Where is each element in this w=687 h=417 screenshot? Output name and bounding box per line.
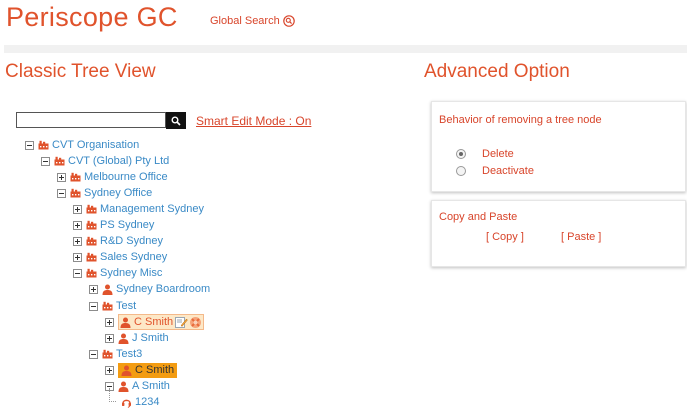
tree-node[interactable]: CVT (Global) Pty Ltd: [41, 154, 169, 168]
smart-edit-mode-link[interactable]: Smart Edit Mode : On: [196, 114, 311, 128]
expand-toggle-icon[interactable]: [73, 252, 82, 262]
copy-paste-title: Copy and Paste: [439, 211, 518, 223]
collapse-toggle-icon[interactable]: [41, 156, 50, 166]
org-icon: [54, 156, 65, 166]
tree-node[interactable]: Sydney Office: [57, 186, 152, 200]
tree-node[interactable]: PS Sydney: [73, 218, 154, 232]
global-search-link[interactable]: Global Search: [210, 15, 295, 27]
tree-node-label[interactable]: Test: [116, 300, 136, 312]
tree-node[interactable]: Sydney Misc: [73, 266, 162, 280]
tree-node[interactable]: J Smith: [105, 331, 169, 345]
collapse-toggle-icon[interactable]: [89, 301, 98, 311]
selected-node-highlight[interactable]: C Smith: [118, 314, 205, 330]
tree-node-label[interactable]: J Smith: [132, 332, 169, 344]
person-icon: [121, 365, 132, 376]
tree-node[interactable]: C Smith: [105, 362, 178, 378]
org-icon: [86, 220, 97, 230]
active-node-highlight[interactable]: C Smith: [118, 362, 178, 378]
tree-search-input[interactable]: [16, 112, 166, 128]
expand-toggle-icon[interactable]: [89, 284, 98, 294]
radio-delete-label: Delete: [482, 148, 514, 160]
tree-node-label[interactable]: CVT (Global) Pty Ltd: [68, 155, 169, 167]
tree-node-label[interactable]: C Smith: [135, 364, 174, 376]
org-icon: [38, 140, 49, 150]
expand-toggle-icon[interactable]: [73, 236, 82, 246]
remove-behavior-panel: Behavior of removing a tree node Delete …: [431, 101, 686, 192]
collapse-toggle-icon[interactable]: [73, 268, 82, 278]
tree-node[interactable]: Sales Sydney: [73, 250, 167, 264]
expand-toggle-icon[interactable]: [105, 333, 114, 343]
header-divider: [4, 45, 687, 53]
tree-node[interactable]: Sydney Boardroom: [89, 282, 210, 296]
org-icon: [86, 252, 97, 262]
paste-button[interactable]: [ Paste ]: [561, 231, 601, 243]
tree-node[interactable]: 1234: [109, 388, 159, 409]
tree-node-label[interactable]: Sydney Boardroom: [116, 283, 210, 295]
tree-node-label[interactable]: R&D Sydney: [100, 235, 163, 247]
tree-node[interactable]: Test: [89, 299, 136, 313]
collapse-toggle-icon[interactable]: [89, 349, 98, 359]
global-search-label: Global Search: [210, 15, 280, 27]
tree-node-label[interactable]: 1234: [135, 396, 159, 408]
edit-icon[interactable]: [175, 316, 188, 328]
collapse-toggle-icon[interactable]: [25, 140, 34, 150]
tree-node[interactable]: R&D Sydney: [73, 234, 163, 248]
org-icon: [86, 204, 97, 214]
tree-node[interactable]: Melbourne Office: [57, 170, 168, 184]
org-icon: [86, 268, 97, 278]
tree-node[interactable]: Test3: [89, 347, 142, 361]
expand-toggle-icon[interactable]: [73, 204, 82, 214]
org-icon: [70, 172, 81, 182]
person-icon: [118, 381, 129, 392]
copy-paste-panel: Copy and Paste [ Copy ] [ Paste ]: [431, 200, 686, 267]
expand-toggle-icon[interactable]: [105, 365, 114, 375]
person-icon: [102, 284, 113, 295]
radio-delete-row[interactable]: Delete: [456, 148, 514, 160]
tools-icon[interactable]: [189, 316, 202, 329]
tree-connector: [109, 388, 116, 402]
person-icon: [118, 333, 129, 344]
tree-node-label[interactable]: CVT Organisation: [52, 139, 139, 151]
tree-node-label[interactable]: C Smith: [134, 316, 173, 328]
radio-deactivate-label: Deactivate: [482, 165, 534, 177]
radio-deactivate[interactable]: [456, 166, 466, 176]
tree-node-label[interactable]: Sydney Misc: [100, 267, 162, 279]
expand-toggle-icon[interactable]: [105, 317, 114, 327]
org-icon: [86, 236, 97, 246]
advanced-option-title: Advanced Option: [424, 61, 570, 82]
classic-tree-title: Classic Tree View: [5, 61, 156, 82]
org-icon: [70, 188, 81, 198]
tree-node[interactable]: Management Sydney: [73, 202, 204, 216]
app-title: Periscope GC: [6, 2, 178, 32]
tree-node-label[interactable]: PS Sydney: [100, 219, 154, 231]
tree-node-label[interactable]: A Smith: [132, 380, 170, 392]
copy-button[interactable]: [ Copy ]: [486, 231, 524, 243]
tree-node[interactable]: CVT Organisation: [25, 138, 139, 152]
tree-node-label[interactable]: Sales Sydney: [100, 251, 167, 263]
tree-node-label[interactable]: Melbourne Office: [84, 171, 168, 183]
tree-search-button[interactable]: [166, 112, 186, 129]
expand-toggle-icon[interactable]: [73, 220, 82, 230]
search-icon: [282, 15, 295, 27]
person-icon: [120, 317, 131, 328]
tree-node-label[interactable]: Test3: [116, 348, 142, 360]
expand-toggle-icon[interactable]: [57, 172, 66, 182]
collapse-toggle-icon[interactable]: [57, 188, 66, 198]
radio-deactivate-row[interactable]: Deactivate: [456, 165, 534, 177]
tree-node-label[interactable]: Sydney Office: [84, 187, 152, 199]
tree-node[interactable]: C Smith: [105, 314, 205, 330]
org-icon: [102, 349, 113, 359]
tree-node-label[interactable]: Management Sydney: [100, 203, 204, 215]
phone-icon: [122, 399, 131, 408]
remove-behavior-title: Behavior of removing a tree node: [439, 114, 602, 126]
radio-delete[interactable]: [456, 149, 466, 159]
org-icon: [102, 301, 113, 311]
search-icon: [171, 116, 181, 126]
